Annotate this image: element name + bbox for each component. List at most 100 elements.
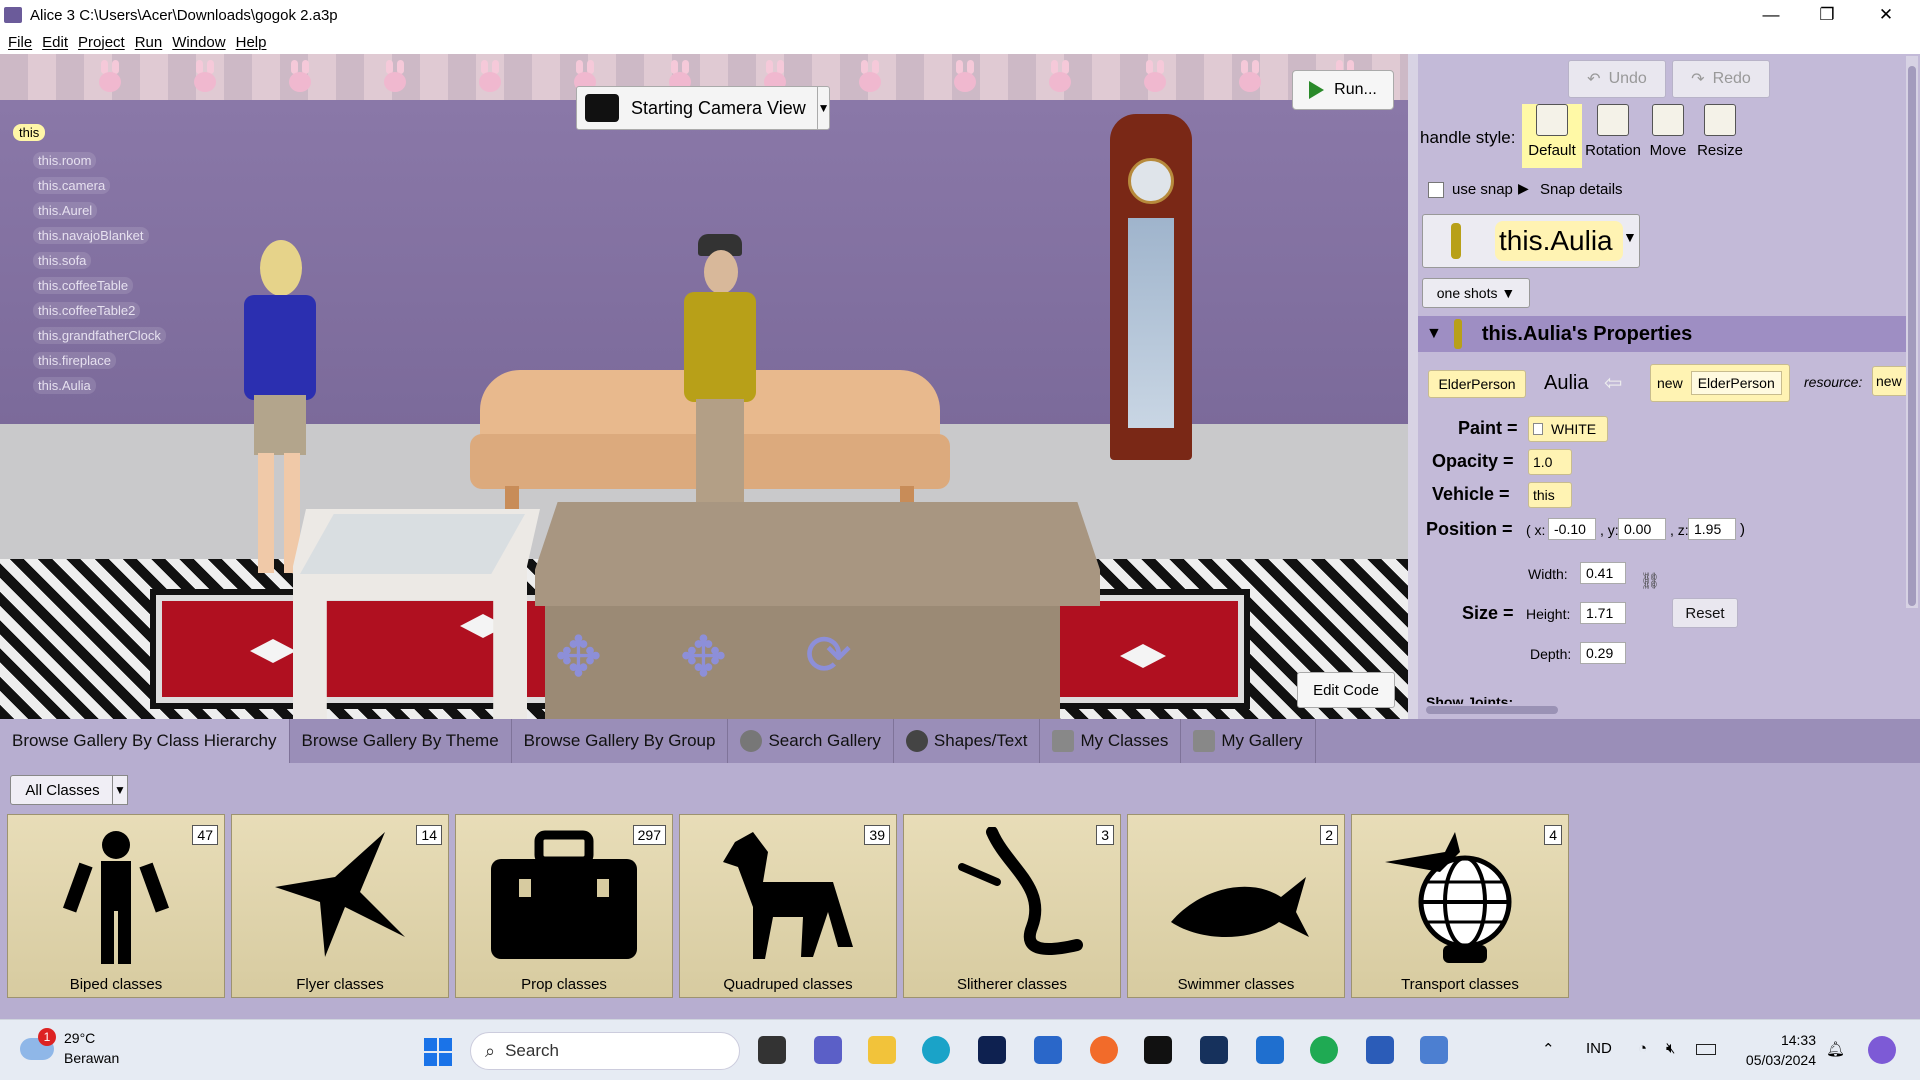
- reset-size-button[interactable]: Reset: [1672, 598, 1738, 628]
- windows-start-icon[interactable]: [424, 1038, 452, 1066]
- word-icon[interactable]: [1366, 1036, 1394, 1064]
- gallery-card-slitherer[interactable]: 3 Slitherer classes: [903, 814, 1121, 998]
- gallery-card-prop[interactable]: 297 Prop classes: [455, 814, 673, 998]
- minimize-button[interactable]: —: [1743, 0, 1799, 30]
- scene-object-aulia[interactable]: this.Aulia: [33, 377, 96, 394]
- resource-value[interactable]: new: [1872, 366, 1908, 396]
- height-field[interactable]: 1.71: [1580, 602, 1626, 624]
- restore-button[interactable]: ❐: [1799, 0, 1855, 30]
- class-tile[interactable]: ElderPerson: [1428, 370, 1526, 398]
- chevron-up-icon[interactable]: ⌃: [1542, 1040, 1555, 1058]
- panel-splitter[interactable]: [1408, 54, 1418, 719]
- link-chain-icon[interactable]: ⛓: [1640, 572, 1660, 592]
- position-z-field[interactable]: 1.95: [1688, 518, 1736, 540]
- tab-search-gallery[interactable]: Search Gallery: [728, 719, 894, 763]
- vertical-scrollbar[interactable]: [1906, 56, 1918, 608]
- width-field[interactable]: 0.41: [1580, 562, 1626, 584]
- snap-details-link[interactable]: Snap details: [1540, 181, 1623, 198]
- copilot-icon[interactable]: [1868, 1036, 1896, 1064]
- close-button[interactable]: ✕: [1858, 0, 1914, 30]
- position-x-field[interactable]: -0.10: [1548, 518, 1596, 540]
- tab-group[interactable]: Browse Gallery By Group: [512, 719, 729, 763]
- scene-object-coffee-table-2[interactable]: this.coffeeTable2: [33, 302, 141, 319]
- camera-view-dropdown[interactable]: Starting Camera View ▼: [576, 86, 830, 130]
- paint-value[interactable]: WHITE: [1528, 416, 1608, 442]
- instance-name[interactable]: Aulia: [1544, 372, 1588, 395]
- tab-class-hierarchy[interactable]: Browse Gallery By Class Hierarchy: [0, 719, 290, 763]
- gallery-card-swimmer[interactable]: 2 Swimmer classes: [1127, 814, 1345, 998]
- tab-my-classes[interactable]: My Classes: [1040, 719, 1182, 763]
- photoshop-icon[interactable]: [978, 1036, 1006, 1064]
- vehicle-value[interactable]: this: [1528, 482, 1572, 508]
- coffee-table[interactable]: [535, 502, 1100, 606]
- tab-my-gallery[interactable]: My Gallery: [1181, 719, 1316, 763]
- menu-run[interactable]: Run: [135, 34, 163, 51]
- store-icon[interactable]: [1034, 1036, 1062, 1064]
- undo-button[interactable]: ↶ Undo: [1568, 60, 1666, 98]
- scene-root-tile[interactable]: this: [13, 124, 46, 141]
- redo-button[interactable]: ↷ Redo: [1672, 60, 1770, 98]
- use-snap-checkbox[interactable]: [1428, 182, 1444, 198]
- tab-theme[interactable]: Browse Gallery By Theme: [290, 719, 512, 763]
- task-view-icon[interactable]: [758, 1036, 786, 1064]
- alice-taskbar-icon[interactable]: [1420, 1036, 1448, 1064]
- temperature[interactable]: 29°C: [64, 1030, 95, 1046]
- handle-style-resize[interactable]: Resize: [1690, 104, 1750, 168]
- menu-project[interactable]: Project: [78, 34, 125, 51]
- wifi-icon[interactable]: ◔: [1638, 1040, 1647, 1057]
- battery-icon[interactable]: [1696, 1044, 1716, 1055]
- rotate-handle-icon[interactable]: ✥: [680, 624, 727, 690]
- firefox-icon[interactable]: [1090, 1036, 1118, 1064]
- weather-condition[interactable]: Berawan: [64, 1050, 119, 1066]
- scene-object-coffee-table[interactable]: this.coffeeTable: [33, 277, 134, 294]
- move-handle-icon[interactable]: ✥: [555, 624, 602, 690]
- scene-object-sofa[interactable]: this.sofa: [33, 252, 92, 269]
- scene-view[interactable]: ✥ ✥ ⟳ this this.room this.camera this.Au…: [0, 54, 1408, 719]
- depth-field[interactable]: 0.29: [1580, 642, 1626, 664]
- notepad-icon[interactable]: [1256, 1036, 1284, 1064]
- one-shots-button[interactable]: one shots ▼: [1422, 278, 1530, 308]
- chevron-down-icon[interactable]: ▼: [112, 775, 128, 805]
- edit-code-button[interactable]: Edit Code: [1297, 672, 1395, 708]
- gallery-card-flyer[interactable]: 14 Flyer classes: [231, 814, 449, 998]
- selected-object-dropdown[interactable]: this.Aulia ▼: [1422, 214, 1640, 268]
- dropbox-icon[interactable]: [1144, 1036, 1172, 1064]
- scene-object-aurel[interactable]: this.Aurel: [33, 202, 98, 219]
- position-y-field[interactable]: 0.00: [1618, 518, 1666, 540]
- menu-window[interactable]: Window: [172, 34, 225, 51]
- taskbar-search[interactable]: ⌕ Search: [470, 1032, 740, 1070]
- all-classes-dropdown[interactable]: All Classes: [10, 775, 115, 805]
- scene-object-fireplace[interactable]: this.fireplace: [33, 352, 116, 369]
- constructor-tile[interactable]: new ElderPerson: [1650, 364, 1790, 402]
- taskbar-clock[interactable]: 14:33 05/03/2024: [1736, 1030, 1816, 1070]
- handle-style-rotation[interactable]: Rotation: [1583, 104, 1643, 168]
- handle-style-default[interactable]: Default: [1522, 104, 1582, 168]
- scene-object-room[interactable]: this.room: [33, 152, 97, 169]
- opacity-value[interactable]: 1.0: [1528, 449, 1572, 475]
- handle-style-move[interactable]: Move: [1638, 104, 1698, 168]
- menu-help[interactable]: Help: [236, 34, 267, 51]
- whatsapp-icon[interactable]: [1310, 1036, 1338, 1064]
- tab-shapes-text[interactable]: Shapes/Text: [894, 719, 1041, 763]
- scene-object-camera[interactable]: this.camera: [33, 177, 111, 194]
- language-indicator[interactable]: IND: [1586, 1040, 1612, 1057]
- volume-icon[interactable]: 🔇︎: [1666, 1040, 1675, 1057]
- teams-icon[interactable]: [814, 1036, 842, 1064]
- menu-file[interactable]: File: [8, 34, 32, 51]
- gallery-card-quadruped[interactable]: 39 Quadruped classes: [679, 814, 897, 998]
- run-button[interactable]: Run...: [1292, 70, 1394, 110]
- scene-object-grandfather-clock[interactable]: this.grandfatherClock: [33, 327, 166, 344]
- horizontal-scrollbar[interactable]: [1426, 706, 1558, 714]
- menu-edit[interactable]: Edit: [42, 34, 68, 51]
- gallery-card-biped[interactable]: 47 Biped classes: [7, 814, 225, 998]
- file-explorer-icon[interactable]: [868, 1036, 896, 1064]
- scene-object-navajo-blanket[interactable]: this.navajoBlanket: [33, 227, 149, 244]
- expand-triangle-icon[interactable]: ▶: [1518, 180, 1529, 197]
- collapse-triangle-icon[interactable]: ▼: [1426, 325, 1442, 343]
- app-icon[interactable]: [1200, 1036, 1228, 1064]
- properties-header[interactable]: ▼ this.Aulia's Properties: [1418, 316, 1908, 352]
- turn-handle-icon[interactable]: ⟳: [805, 622, 852, 688]
- notification-bell-icon[interactable]: 🔔︎: [1826, 1040, 1845, 1058]
- scrollbar-thumb[interactable]: [1908, 66, 1916, 606]
- gallery-card-transport[interactable]: 4 Transport classes: [1351, 814, 1569, 998]
